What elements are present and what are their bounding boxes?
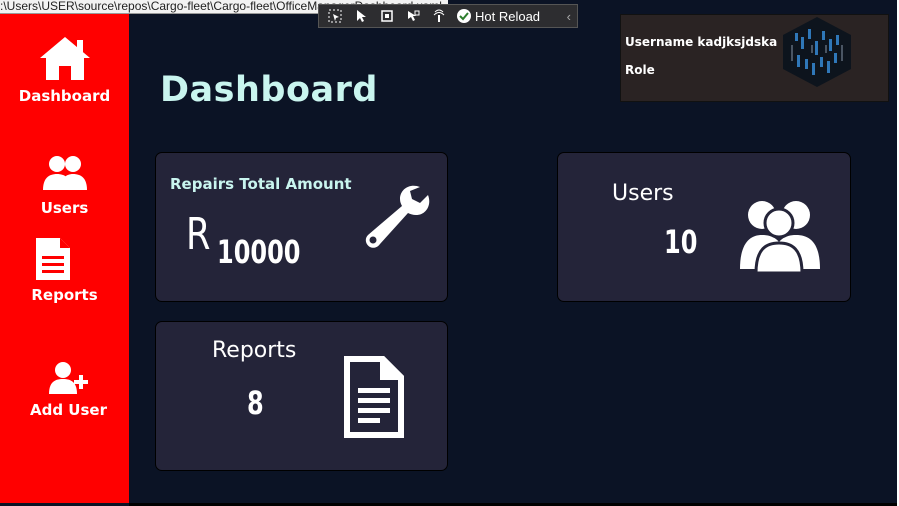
repairs-card: Repairs Total Amount R 10000	[155, 152, 448, 302]
xaml-dev-toolbar: Hot Reload ‹	[318, 4, 578, 28]
repairs-title: Repairs Total Amount	[170, 175, 352, 193]
reports-title: Reports	[212, 338, 297, 363]
document-icon	[36, 238, 70, 280]
users-icon	[740, 201, 820, 273]
document-icon	[344, 356, 404, 438]
avatar	[783, 17, 851, 87]
role-label: Role	[625, 63, 655, 77]
select-element-icon[interactable]	[325, 9, 345, 23]
sidebar: Dashboard Users Reports Add User	[0, 0, 129, 503]
user-info-panel: Username kadjksjdska Role	[620, 14, 889, 102]
currency-symbol: R	[186, 209, 211, 260]
hot-reload-label: Hot Reload	[475, 8, 541, 24]
sidebar-item-reports[interactable]: Reports	[0, 236, 142, 304]
users-title: Users	[612, 181, 674, 206]
page-title: Dashboard	[160, 70, 378, 110]
repairs-amount: 10000	[217, 233, 301, 271]
add-user-icon	[48, 362, 88, 394]
sidebar-item-users[interactable]: Users	[0, 152, 129, 217]
reports-card: Reports 8	[155, 321, 448, 471]
username-label: Username kadjksjdska	[625, 35, 778, 49]
sidebar-item-label: Add User	[30, 401, 107, 419]
accessibility-icon[interactable]	[429, 9, 449, 23]
sidebar-item-dashboard[interactable]: Dashboard	[0, 34, 129, 105]
users-card: Users 10	[557, 152, 851, 302]
app-window: Dashboard Users Reports Add User Dashboa…	[0, 0, 899, 506]
sidebar-item-label: Dashboard	[18, 87, 111, 105]
wrench-icon	[365, 185, 430, 248]
users-icon	[42, 156, 87, 190]
collapse-toolbar-icon[interactable]: ‹	[567, 9, 571, 24]
check-circle-icon	[457, 9, 471, 23]
users-count: 10	[664, 223, 698, 261]
hot-reload-button[interactable]: Hot Reload	[457, 9, 540, 24]
sidebar-item-add-user[interactable]: Add User	[4, 360, 133, 419]
sidebar-item-label: Users	[40, 199, 89, 217]
pointer-icon[interactable]	[351, 9, 371, 23]
adorner-icon[interactable]	[377, 9, 397, 23]
sidebar-item-label: Reports	[31, 286, 98, 304]
track-focus-icon[interactable]	[403, 9, 423, 23]
home-icon	[39, 37, 90, 80]
reports-count: 8	[247, 384, 264, 422]
